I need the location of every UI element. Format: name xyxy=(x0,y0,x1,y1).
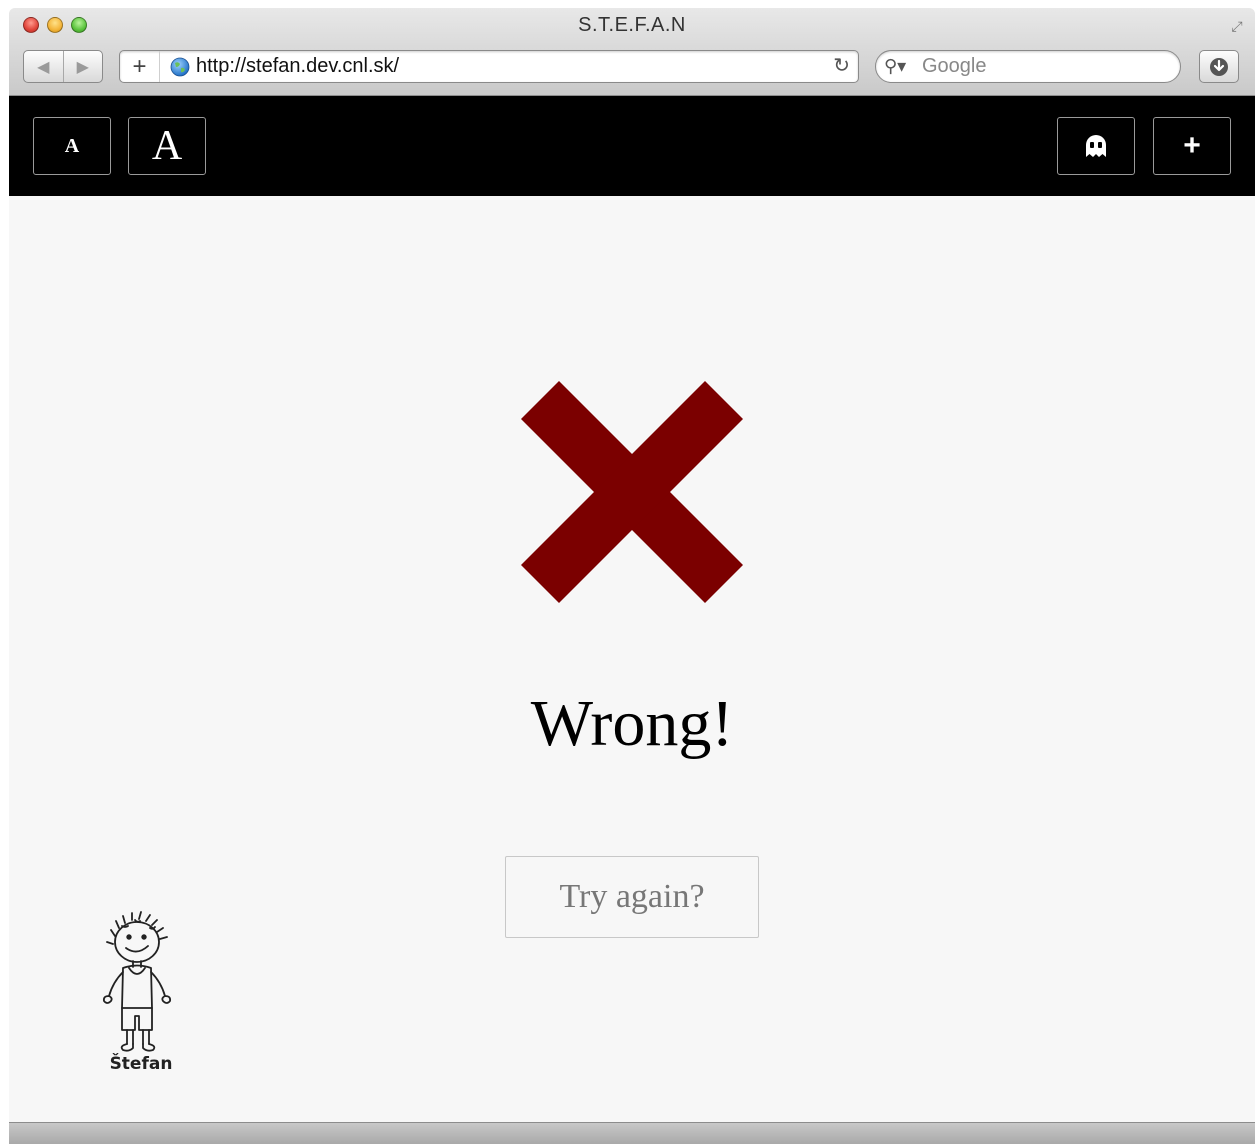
add-button[interactable]: + xyxy=(1153,117,1231,175)
site-toolbar: A A + xyxy=(9,96,1255,196)
decrease-font-button[interactable]: A xyxy=(33,117,111,175)
mascot-name-label: Štefan xyxy=(109,1054,173,1074)
search-bar[interactable]: ⚲▾ xyxy=(875,50,1181,83)
url-text[interactable]: http://stefan.dev.cnl.sk/ xyxy=(196,51,399,82)
try-again-button[interactable]: Try again? xyxy=(505,856,759,938)
reload-icon[interactable]: ↻ xyxy=(833,51,850,82)
download-icon xyxy=(1210,57,1228,76)
window-title: S.T.E.F.A.N xyxy=(578,14,686,36)
forward-button[interactable]: ▶ xyxy=(62,51,103,82)
ghost-button[interactable] xyxy=(1057,117,1135,175)
history-navigation: ◀ ▶ xyxy=(23,50,103,83)
search-icon[interactable]: ⚲▾ xyxy=(884,51,906,82)
add-bookmark-button[interactable]: + xyxy=(120,51,160,82)
browser-chrome: S.T.E.F.A.N ⤢ ◀ ▶ + http://stefan.dev.cn… xyxy=(9,8,1255,96)
fullscreen-icon[interactable]: ⤢ xyxy=(1227,16,1247,36)
downloads-button[interactable] xyxy=(1199,50,1239,83)
increase-font-button[interactable]: A xyxy=(128,117,206,175)
search-input[interactable] xyxy=(920,53,1170,80)
address-bar[interactable]: + http://stefan.dev.cnl.sk/ ↻ xyxy=(119,50,859,83)
browser-window: S.T.E.F.A.N ⤢ ◀ ▶ + http://stefan.dev.cn… xyxy=(9,8,1255,1144)
forward-arrow-icon: ▶ xyxy=(76,58,89,76)
result-heading: Wrong! xyxy=(530,687,734,760)
cross-icon xyxy=(521,381,743,603)
globe-icon xyxy=(170,57,190,77)
back-arrow-icon: ◀ xyxy=(37,58,50,76)
ghost-icon xyxy=(1086,135,1106,157)
status-bar xyxy=(9,1122,1255,1144)
back-button[interactable]: ◀ xyxy=(24,51,63,82)
